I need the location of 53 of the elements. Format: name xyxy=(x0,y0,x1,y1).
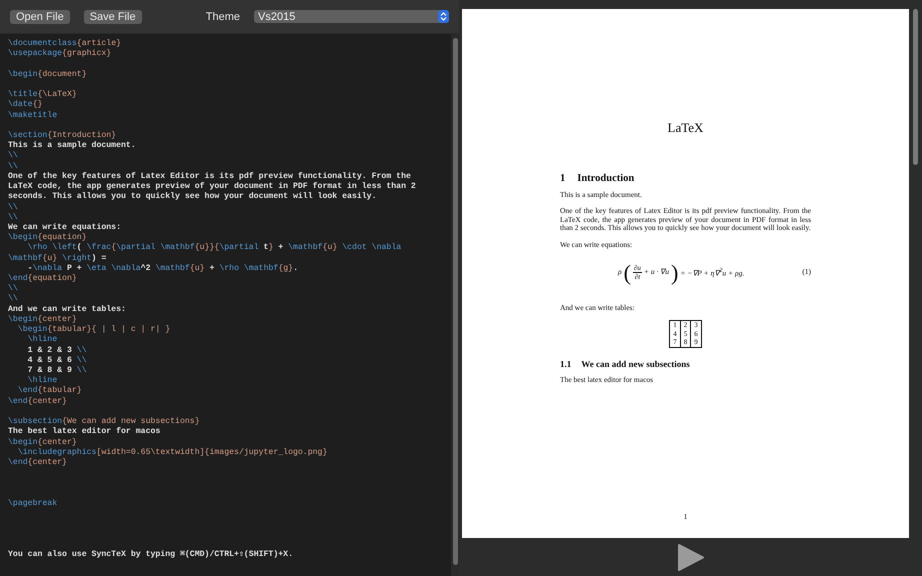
code-line: \documentclass{article} xyxy=(8,39,122,49)
code-line: And we can write tables: xyxy=(8,304,127,315)
scrollbar-thumb[interactable] xyxy=(913,9,918,165)
code-line: \pagebreak xyxy=(8,498,58,510)
code-line: \hline xyxy=(26,376,58,386)
code-line: \end{center} xyxy=(8,458,68,468)
subsection-number: 1.1 xyxy=(560,358,572,370)
code-line: \begin{center} xyxy=(8,314,78,325)
code-line: 7 & 8 & 9 \\ xyxy=(26,366,88,376)
code-line: \\ xyxy=(8,284,19,294)
code-line: The best latex editor for macos xyxy=(8,427,162,438)
code-line: \\ xyxy=(8,212,19,223)
code-line: \begin{center} xyxy=(8,438,78,448)
code-line: 4 & 5 & 6 \\ xyxy=(26,356,88,366)
code-line: \end{equation} xyxy=(8,274,78,284)
code-line: \\ xyxy=(8,294,19,305)
theme-label: Theme xyxy=(206,10,240,22)
toolbar-button[interactable]: Open File xyxy=(10,10,70,24)
document-title: LaTeX xyxy=(668,124,704,133)
code-line: \hline xyxy=(26,335,58,346)
code-line: One of the key features of Latex Editor is its pdf preview functionality. From the xyxy=(8,172,412,182)
code-line: LaTeX code, the app generates preview of your document in PDF format in less than 2 xyxy=(8,182,417,192)
toolbar-button[interactable]: Save File xyxy=(84,10,142,24)
scrollbar-thumb[interactable] xyxy=(452,38,458,565)
code-line: \end{center} xyxy=(8,396,68,407)
subsection-heading: We can add new subsections xyxy=(581,358,690,370)
code-line: \\ xyxy=(8,151,19,162)
code-line: We can write equations: xyxy=(8,222,122,233)
code-line: You can also use SyncTeX by typing ⌘(CMD)/CTRL+⇧(SHIFT)+X. xyxy=(8,550,294,560)
code-line: \begin{equation} xyxy=(8,233,88,243)
code-line: \subsection{We can add new subsections} xyxy=(8,417,201,427)
stepper-icon xyxy=(438,10,449,23)
code-line: -\nabla P + \eta \nabla^2 \mathbf{u} + \rho \mathbf{g}. xyxy=(26,264,299,274)
section-heading: Introduction xyxy=(577,172,634,185)
code-line: \usepackage{graphicx} xyxy=(8,49,112,60)
code-line: \includegraphics[width=0.65\textwidth]{images/jupyter_logo.png} xyxy=(16,448,328,458)
code-line: \rho \left( \frac{\partial \mathbf{u}}{\partial t} + \mathbf{u} \cdot \nabla xyxy=(26,243,402,254)
code-line: \end{tabular} xyxy=(16,386,83,397)
section-number: 1 xyxy=(560,172,566,185)
code-line: \begin{document} xyxy=(8,70,88,80)
code-line: \\ xyxy=(8,202,19,213)
code-line: \title{\LaTeX} xyxy=(8,90,78,100)
code-line: \maketitle xyxy=(8,110,58,121)
code-line: \date{} xyxy=(8,100,44,111)
code-line: \section{Introduction} xyxy=(8,130,118,141)
code-line: This is a sample document. xyxy=(8,141,137,151)
play-button[interactable] xyxy=(677,544,704,570)
theme-select[interactable]: Vs2015 xyxy=(254,10,449,23)
code-line: \begin{tabular}{ | l | c | r| } xyxy=(16,325,172,335)
code-line: \\ xyxy=(8,162,19,172)
code-line: seconds. This allows you to quickly see how your document will look easily. xyxy=(8,192,378,202)
code-line: 1 & 2 & 3 \\ xyxy=(26,346,88,356)
code-line: \mathbf{u} \right) = xyxy=(8,254,108,264)
